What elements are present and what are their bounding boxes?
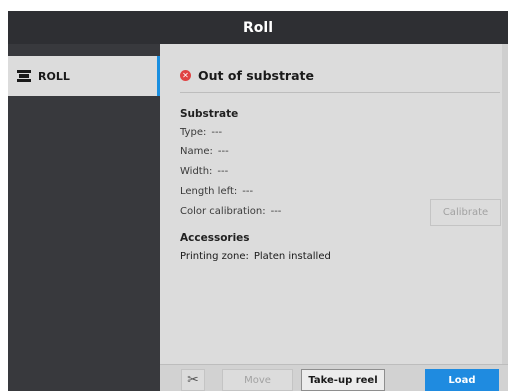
load-button[interactable]: Load <box>425 369 499 391</box>
divider <box>180 92 500 93</box>
field-width: Width: --- <box>180 166 228 177</box>
status-text: Out of substrate <box>198 68 314 83</box>
field-label: Width: <box>180 166 213 177</box>
main-panel: ✕ Out of substrate Substrate Type: --- Na… <box>160 44 508 391</box>
substrate-section-title: Substrate <box>180 108 239 120</box>
calibrate-button[interactable]: Calibrate <box>430 199 501 226</box>
field-color-calibration: Color calibration: --- <box>180 206 281 217</box>
error-icon: ✕ <box>180 70 191 81</box>
field-value: --- <box>217 166 229 177</box>
roll-icon <box>16 69 32 83</box>
scissors-icon: ✂ <box>187 372 199 388</box>
sidebar: ROLL <box>8 44 160 391</box>
field-value: --- <box>217 146 229 157</box>
scrollbar[interactable] <box>502 44 508 364</box>
accessories-section-title: Accessories <box>180 232 250 244</box>
bottom-toolbar: ✂ Move Take-up reel Load <box>160 364 508 391</box>
field-value: --- <box>270 206 282 217</box>
field-label: Length left: <box>180 186 238 197</box>
move-button[interactable]: Move <box>222 369 293 391</box>
page-title: Roll <box>243 19 273 36</box>
sidebar-item-roll[interactable]: ROLL <box>8 56 160 96</box>
field-value: --- <box>242 186 254 197</box>
field-type: Type: --- <box>180 127 222 138</box>
header-bar: Roll <box>8 11 508 44</box>
field-value: Platen installed <box>253 251 331 262</box>
field-name: Name: --- <box>180 146 229 157</box>
take-up-reel-button[interactable]: Take-up reel <box>301 369 385 391</box>
field-label: Type: <box>180 127 207 138</box>
field-label: Name: <box>180 146 213 157</box>
sidebar-item-label: ROLL <box>38 69 70 83</box>
field-label: Printing zone: <box>180 251 249 262</box>
field-printing-zone: Printing zone: Platen installed <box>180 251 331 262</box>
field-label: Color calibration: <box>180 206 266 217</box>
cut-button[interactable]: ✂ <box>181 369 205 391</box>
status-row: ✕ Out of substrate <box>180 68 314 83</box>
field-value: --- <box>211 127 223 138</box>
field-length-left: Length left: --- <box>180 186 253 197</box>
printer-screen: Roll ROLL ✕ Out of substrate Substrate T… <box>8 11 508 391</box>
